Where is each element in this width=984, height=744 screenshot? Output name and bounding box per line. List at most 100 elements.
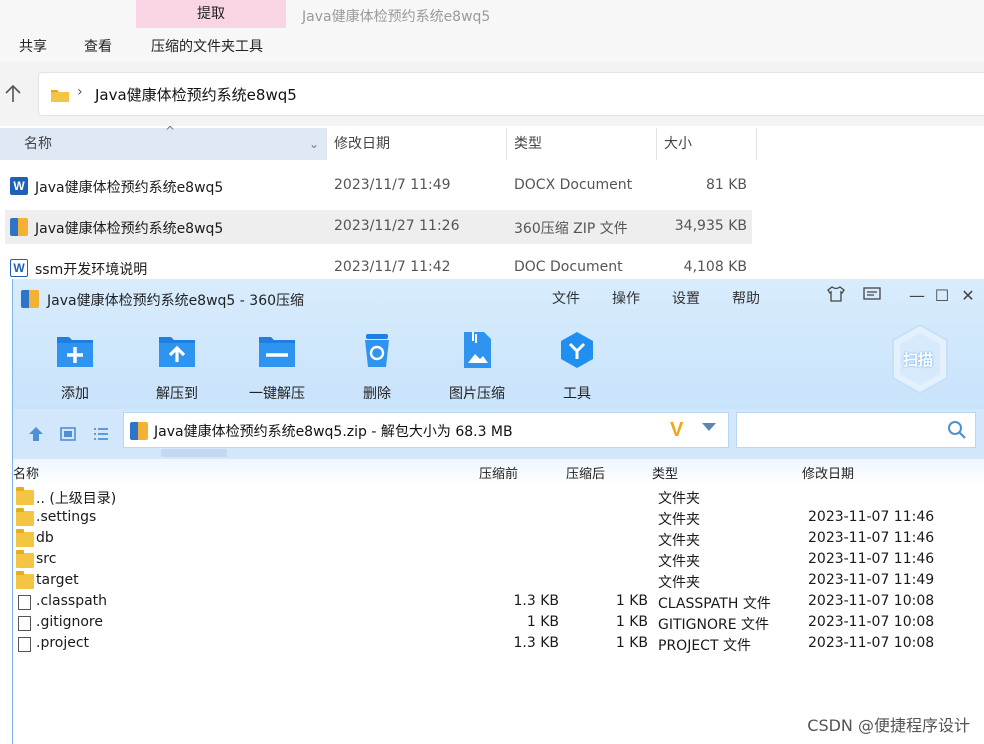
explorer-window-title: Java健康体检预约系统e8wq5 (302, 9, 491, 25)
column-divider[interactable] (326, 128, 327, 160)
up-level-icon[interactable] (27, 425, 45, 443)
entry-type: 文件夹 (658, 512, 700, 528)
entry-name: .classpath (36, 593, 108, 609)
feedback-icon[interactable] (861, 285, 883, 307)
menu-help[interactable]: 帮助 (732, 288, 760, 308)
zip-navigation-bar: Java健康体检预约系统e8wq5.zip - 解包大小为 68.3 MB V (13, 409, 984, 459)
tools-button[interactable]: 工具 (532, 329, 622, 402)
image-compress-button[interactable]: 图片压缩 (432, 329, 522, 402)
entry-name: db (36, 530, 54, 546)
entry-type: PROJECT 文件 (658, 638, 751, 654)
zip-entry-row[interactable]: .. (上级目录) 文件夹 (13, 487, 984, 508)
entry-name: .settings (36, 509, 97, 525)
menu-share[interactable]: 共享 (19, 36, 47, 56)
zip-entry-row[interactable]: src 文件夹 2023-11-07 11:46 (13, 550, 984, 571)
up-arrow-icon[interactable] (4, 84, 22, 104)
column-type[interactable]: 类型 (514, 128, 542, 160)
file-icon (18, 616, 31, 631)
thumbnail-view-icon[interactable] (59, 425, 77, 443)
column-dropdown-icon[interactable]: ⌄ (309, 128, 319, 160)
list-view-icon[interactable] (92, 425, 110, 443)
file-row-selected[interactable]: Java健康体检预约系统e8wq5 2023/11/27 11:26 360压缩… (5, 210, 752, 244)
file-list-header: ^ 名称 ⌄ 修改日期 类型 大小 (0, 124, 757, 160)
zip-search-box[interactable] (736, 412, 976, 448)
entry-size-after: 1 KB (615, 635, 648, 651)
zip-entry-row[interactable]: db 文件夹 2023-11-07 11:46 (13, 529, 984, 550)
entry-type: 文件夹 (658, 533, 700, 549)
zip-column-date[interactable]: 修改日期 (802, 463, 854, 482)
minimize-icon[interactable]: — (906, 285, 928, 307)
v-logo-icon[interactable]: V (670, 419, 683, 442)
recycle-bin-icon (365, 334, 389, 367)
add-button[interactable]: 添加 (30, 329, 120, 402)
entry-date: 2023-11-07 11:49 (808, 572, 935, 588)
folder-icon (16, 529, 34, 547)
zip-column-after[interactable]: 压缩后 (566, 463, 605, 482)
zip-entry-row[interactable]: .classpath 1.3 KB 1 KB CLASSPATH 文件 2023-11-… (13, 592, 984, 613)
watermark: CSDN @便捷程序设计 (807, 716, 970, 735)
zip-entry-row[interactable]: .settings 文件夹 2023-11-07 11:46 (13, 508, 984, 529)
menu-file[interactable]: 文件 (552, 288, 580, 308)
menu-settings[interactable]: 设置 (672, 288, 700, 308)
extract-to-button[interactable]: 解压到 (132, 329, 222, 402)
entry-type: CLASSPATH 文件 (658, 596, 771, 612)
extract-folder-icon (159, 337, 195, 367)
column-size[interactable]: 大小 (664, 128, 692, 160)
file-date: 2023/11/27 11:26 (334, 218, 460, 234)
sort-ascending-icon: ^ (165, 124, 176, 138)
entry-type: 文件夹 (658, 491, 700, 507)
entry-date: 2023-11-07 11:46 (808, 551, 935, 567)
column-divider[interactable] (506, 128, 507, 160)
tools-label: 工具 (563, 386, 591, 402)
zip-address-bar[interactable]: Java健康体检预约系统e8wq5.zip - 解包大小为 68.3 MB V (123, 412, 729, 448)
zip-search-input[interactable] (741, 417, 941, 443)
zip-entry-row[interactable]: target 文件夹 2023-11-07 11:49 (13, 571, 984, 592)
address-bar[interactable]: › Java健康体检预约系统e8wq5 (38, 72, 984, 116)
zip-window: Java健康体检预约系统e8wq5 - 360压缩 文件 操作 设置 帮助 — … (12, 279, 984, 744)
zip-path-text: Java健康体检预约系统e8wq5.zip - 解包大小为 68.3 MB (154, 424, 513, 440)
scan-button[interactable]: 扫描 (889, 323, 951, 395)
zip-entry-row[interactable]: .gitignore 1 KB 1 KB GITIGNORE 文件 2023-11-07… (13, 613, 984, 634)
zip-column-type[interactable]: 类型 (652, 463, 678, 482)
horizontal-scroll-thumb[interactable] (161, 449, 227, 457)
file-row[interactable]: W Java健康体检预约系统e8wq5 2023/11/7 11:49 DOCX… (5, 169, 752, 203)
file-name: Java健康体检预约系统e8wq5 (35, 221, 224, 237)
breadcrumb-chevron-icon[interactable]: › (77, 84, 83, 100)
column-divider[interactable] (756, 128, 757, 160)
zip-window-title: Java健康体检预约系统e8wq5 - 360压缩 (47, 293, 305, 309)
entry-date: 2023-11-07 11:46 (808, 530, 935, 546)
breadcrumb-path[interactable]: Java健康体检预约系统e8wq5 (95, 84, 297, 105)
search-icon[interactable] (947, 420, 967, 440)
menu-view[interactable]: 查看 (84, 36, 112, 56)
file-type: 360压缩 ZIP 文件 (514, 221, 628, 237)
menu-compressed-folder-tools[interactable]: 压缩的文件夹工具 (151, 36, 263, 56)
address-dropdown-icon[interactable] (702, 423, 716, 431)
delete-label: 删除 (363, 386, 391, 402)
skin-shirt-icon[interactable] (825, 285, 847, 307)
zip-file-icon (130, 422, 148, 440)
zip-entry-row[interactable]: .project 1.3 KB 1 KB PROJECT 文件 2023-11-07 1… (13, 634, 984, 655)
folder-icon (16, 571, 34, 589)
tab-extract[interactable]: 提取 (136, 0, 286, 28)
entry-type: 文件夹 (658, 575, 700, 591)
address-row: › Java健康体检预约系统e8wq5 (0, 62, 984, 126)
column-divider[interactable] (656, 128, 657, 160)
entry-name: target (36, 572, 79, 588)
entry-size-before: 1.3 KB (513, 593, 560, 609)
menu-operation[interactable]: 操作 (612, 288, 640, 308)
image-compress-icon (464, 332, 491, 368)
extract-to-label: 解压到 (156, 386, 198, 402)
word-docx-icon: W (10, 177, 28, 195)
delete-button[interactable]: 删除 (332, 329, 422, 402)
column-name[interactable]: 名称 (24, 128, 52, 160)
one-click-extract-button[interactable]: 一键解压 (232, 329, 322, 402)
maximize-icon[interactable]: ☐ (931, 285, 953, 307)
entry-size-after: 1 KB (615, 614, 648, 630)
entry-type: 文件夹 (658, 554, 700, 570)
column-date[interactable]: 修改日期 (334, 128, 390, 160)
zip-column-name[interactable]: 名称 (13, 463, 39, 482)
entry-size-before: 1.3 KB (513, 635, 560, 651)
close-icon[interactable]: ✕ (957, 285, 979, 307)
zip-column-before[interactable]: 压缩前 (479, 463, 518, 482)
ribbon-menu: 共享 查看 压缩的文件夹工具 (0, 30, 984, 62)
